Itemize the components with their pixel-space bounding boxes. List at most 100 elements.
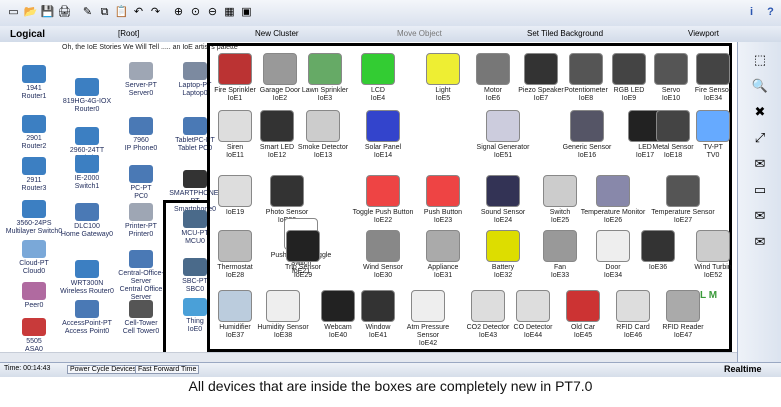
inspect-icon[interactable]: 🔍: [752, 78, 768, 94]
cloud0-icon: [22, 240, 46, 258]
iot-device[interactable]: Temperature Sensor IoE27: [650, 175, 716, 225]
iot-device-icon: [641, 230, 675, 262]
add-simple-pdu-icon[interactable]: ✉: [752, 208, 768, 224]
iot-device[interactable]: Thermostat IoE28: [202, 230, 268, 280]
iot-device-icon: [260, 110, 294, 142]
place-note-icon[interactable]: ✉: [752, 156, 768, 172]
copy-icon[interactable]: ⧉: [97, 5, 112, 20]
resize-icon[interactable]: ⤢: [752, 130, 768, 146]
viewport-button[interactable]: Viewport: [688, 29, 719, 38]
open-folder-icon[interactable]: 📂: [23, 5, 38, 20]
device-coserver[interactable]: Central-Office-Server Central Office Ser…: [112, 250, 170, 302]
device-asa0[interactable]: 5505 ASA0: [5, 318, 63, 354]
device-ipphone0[interactable]: 7960 IP Phone0: [112, 117, 170, 153]
device-label: 819HG-4G-IOX Router0: [62, 98, 112, 113]
draw-shape-icon[interactable]: ▭: [752, 182, 768, 198]
device-router2[interactable]: 2901 Router2: [5, 115, 63, 151]
device-label: Central-Office-Server Central Office Ser…: [118, 270, 164, 301]
device-label: AccessPoint-PT Access Point0: [62, 320, 112, 335]
device-server0[interactable]: Server-PT Server0: [112, 62, 170, 98]
root-button[interactable]: [Root]: [118, 29, 139, 38]
device-label: 7960 IP Phone0: [124, 137, 158, 152]
iot-device-icon: [426, 175, 460, 207]
device-celltower0[interactable]: Cell-Tower Cell Tower0: [112, 300, 170, 336]
add-complex-pdu-icon[interactable]: ✉: [752, 234, 768, 250]
power-cycle-devices-button[interactable]: Power Cycle Devices: [67, 365, 140, 374]
activity-wizard-icon[interactable]: ✎: [80, 5, 95, 20]
iot-device-label: Smoke Detector IoE13: [297, 144, 349, 159]
iot-device-icon: [426, 230, 460, 262]
delete-icon[interactable]: ✖: [752, 104, 768, 120]
drawing-palette-icon[interactable]: ▦: [222, 5, 237, 20]
print-icon[interactable]: 🖨: [57, 5, 72, 20]
device-wireless0[interactable]: WRT300N Wireless Router0: [58, 260, 116, 296]
iot-device[interactable]: Signal Generator IoE51: [470, 110, 536, 160]
logical-tab[interactable]: Logical: [10, 29, 45, 40]
iot-device[interactable]: Push Button IoE23: [410, 175, 476, 225]
iot-device[interactable]: Wind Sensor IoE30: [350, 230, 416, 280]
move-object-button[interactable]: Move Object: [397, 29, 442, 38]
device-label: PC-PT PC0: [130, 185, 152, 200]
iot-device-icon: [306, 110, 340, 142]
iot-device-label: Generic Sensor IoE16: [562, 144, 612, 159]
paste-icon[interactable]: 📋: [114, 5, 129, 20]
device-router1[interactable]: 1941 Router1: [5, 65, 63, 101]
device-pc0[interactable]: PC-PT PC0: [112, 165, 170, 201]
iot-device-icon: [596, 175, 630, 207]
device-cloud0[interactable]: Cloud-PT Cloud0: [5, 240, 63, 276]
iot-device-label: Toggle Push Button IoE22: [352, 209, 414, 224]
device-homegateway0[interactable]: DLC100 Home Gateway0: [58, 203, 116, 239]
device-switch1[interactable]: IE-2000 Switch1: [58, 155, 116, 191]
iot-device-label: Temperature Sensor IoE27: [651, 209, 715, 224]
device-label: Cell-Tower Cell Tower0: [122, 320, 160, 335]
zoom-out-icon[interactable]: ⊖: [205, 5, 220, 20]
router1-icon: [22, 65, 46, 83]
redo-icon[interactable]: ↷: [148, 5, 163, 20]
device-peer0[interactable]: Peer0: [5, 282, 63, 310]
iot-device-label: Solar Panel IoE14: [364, 144, 402, 159]
iot-device[interactable]: Trip Sensor IoE29: [270, 230, 336, 280]
iot-device[interactable]: Atm Pressure Sensor IoE42: [395, 290, 461, 348]
iot-device-label: Wind Sensor IoE30: [362, 264, 404, 279]
undo-icon[interactable]: ↶: [131, 5, 146, 20]
iot-device-icon: [218, 290, 252, 322]
device-router0-819[interactable]: 819HG-4G-IOX Router0: [58, 78, 116, 114]
iot-device[interactable]: Temperature Monitor IoE26: [580, 175, 646, 225]
iot-device[interactable]: Toggle Push Button IoE22: [350, 175, 416, 225]
printer0-icon: [129, 203, 153, 221]
iot-device-icon: [411, 290, 445, 322]
iot-device-icon: [361, 53, 395, 85]
zoom-reset-icon[interactable]: ⊙: [188, 5, 203, 20]
time-display: Time: 00:14:43: [4, 365, 51, 372]
new-file-icon[interactable]: ▭: [6, 5, 21, 20]
device-mlswitch0[interactable]: 3560-24PS Multilayer Switch0: [5, 200, 63, 236]
device-label: Cloud-PT Cloud0: [19, 260, 49, 275]
iot-device[interactable]: Smoke Detector IoE13: [290, 110, 356, 160]
homegateway0-icon: [75, 203, 99, 221]
fast-forward-time-button[interactable]: Fast Forward Time: [135, 365, 200, 374]
iot-device[interactable]: LCD IoE4: [345, 53, 411, 103]
help-icon[interactable]: ?: [763, 5, 778, 20]
set-tiled-background-button[interactable]: Set Tiled Background: [527, 29, 603, 38]
save-icon[interactable]: 💾: [40, 5, 55, 20]
select-icon[interactable]: ⬚: [752, 52, 768, 68]
status-bar: Time: 00:14:43 Power Cycle Devices Fast …: [0, 362, 781, 377]
device-accesspoint0[interactable]: AccessPoint-PT Access Point0: [58, 300, 116, 336]
custom-device-icon[interactable]: ▣: [239, 5, 254, 20]
device-label: IE-2000 Switch1: [74, 175, 100, 190]
new-cluster-button[interactable]: New Cluster: [255, 29, 299, 38]
horizontal-scrollbar[interactable]: [0, 352, 737, 362]
zoom-in-icon[interactable]: ⊕: [171, 5, 186, 20]
iot-device[interactable]: Generic Sensor IoE16: [554, 110, 620, 160]
info-icon[interactable]: i: [744, 5, 759, 20]
ipphone0-icon: [129, 117, 153, 135]
realtime-mode-tab[interactable]: Realtime: [724, 364, 762, 374]
device-printer0[interactable]: Printer-PT Printer0: [112, 203, 170, 239]
iot-device-icon: [366, 175, 400, 207]
iot-device-icon: [666, 175, 700, 207]
switch0-icon: [75, 127, 99, 145]
iot-device-icon: [286, 230, 320, 262]
iot-device[interactable]: Appliance IoE31: [410, 230, 476, 280]
iot-device[interactable]: Solar Panel IoE14: [350, 110, 416, 160]
device-router3[interactable]: 2911 Router3: [5, 157, 63, 193]
